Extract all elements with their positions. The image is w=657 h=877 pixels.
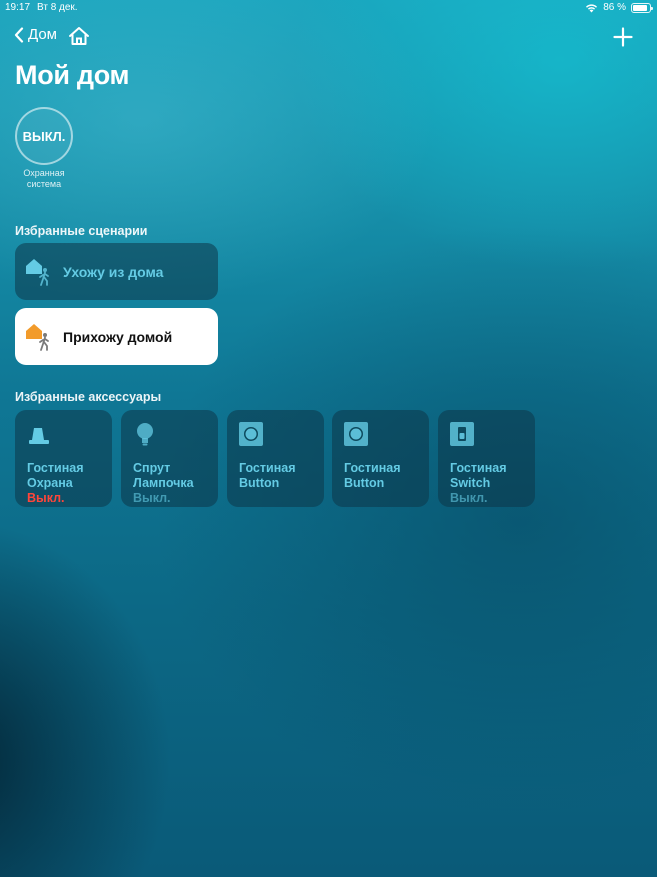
house-person-icon — [26, 258, 49, 286]
accessory-room: Гостиная — [450, 461, 507, 475]
accessory-room: Гостиная — [239, 461, 296, 475]
accessory-room: Гостиная — [344, 461, 401, 475]
wifi-icon — [586, 3, 598, 12]
security-caption-line1: Охранная — [23, 168, 65, 178]
scene-arrive-home[interactable]: Прихожу домой — [15, 308, 218, 365]
accessory-room: Гостиная — [27, 461, 84, 475]
status-right: 86 % — [585, 2, 653, 13]
siren-icon — [29, 428, 49, 444]
battery-percent: 86 % — [603, 2, 626, 13]
status-time: 19:17 — [5, 2, 31, 13]
scene-leave-home[interactable]: Ухожу из дома — [15, 243, 218, 300]
lightbulb-icon — [137, 423, 153, 446]
page-title: Мой дом — [15, 60, 130, 90]
battery-fill — [633, 4, 647, 11]
plus-icon[interactable] — [613, 27, 633, 47]
accessory-name: Switch — [450, 476, 491, 490]
status-date: Вт 8 дек. — [37, 2, 78, 13]
accessory-room: Спрут — [133, 461, 171, 475]
favorite-scenes-title: Избранные сценарии — [15, 224, 148, 238]
scene-label: Прихожу домой — [63, 328, 173, 345]
house-icon[interactable] — [68, 26, 90, 46]
back-button[interactable]: Дом — [14, 26, 57, 43]
security-system-button[interactable]: ВЫКЛ. Охранная система — [15, 107, 73, 189]
security-caption: Охранная система — [0, 168, 88, 190]
accessory-tile-bulb[interactable]: Спрут Лампочка Выкл. — [121, 410, 218, 507]
accessory-tile-button-2[interactable]: Гостиная Button — [332, 410, 429, 507]
security-state: ВЫКЛ. — [15, 107, 73, 165]
button-icon — [344, 422, 368, 446]
accessory-name: Охрана — [27, 476, 73, 490]
accessory-name: Лампочка — [133, 476, 194, 490]
status-bar: 19:17 Вт 8 дек. 86 % — [0, 0, 657, 16]
favorite-accessories-title: Избранные аксессуары — [15, 390, 162, 404]
button-icon — [239, 422, 263, 446]
house-person-icon — [26, 323, 49, 351]
security-caption-line2: система — [26, 179, 62, 189]
accessory-state: Выкл. — [133, 491, 171, 505]
back-label: Дом — [28, 26, 57, 43]
accessory-tile-button-1[interactable]: Гостиная Button — [227, 410, 324, 507]
scene-label: Ухожу из дома — [63, 263, 164, 280]
switch-icon — [450, 422, 474, 446]
accessory-state: Выкл. — [27, 491, 65, 505]
accessory-tile-security[interactable]: Гостиная Охрана Выкл. — [15, 410, 112, 507]
accessory-tile-switch[interactable]: Гостиная Switch Выкл. — [438, 410, 535, 507]
chevron-left-icon — [14, 26, 24, 43]
accessory-name: Button — [344, 476, 385, 490]
battery-icon — [631, 2, 653, 13]
accessory-state: Выкл. — [450, 491, 488, 505]
accessory-name: Button — [239, 476, 280, 490]
